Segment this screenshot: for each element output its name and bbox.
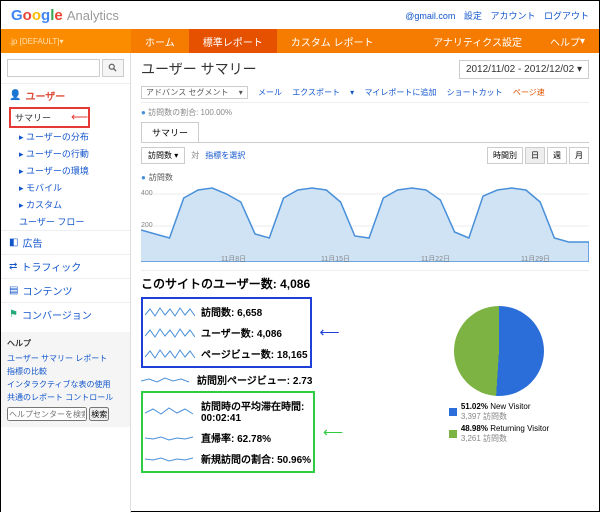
time-month[interactable]: 月 <box>569 147 589 164</box>
link-account[interactable]: アカウント <box>490 11 535 21</box>
page-title: ユーザー サマリー <box>141 59 257 79</box>
subnav-mobile[interactable]: ▸ モバイル <box>1 179 130 196</box>
tab-custom[interactable]: カスタム レポート <box>277 29 388 53</box>
site-summary: このサイトのユーザー数: 4,086 <box>141 270 589 296</box>
subnav-behavior[interactable]: ▸ ユーザーの行動 <box>1 145 130 162</box>
sparkline-icon <box>145 404 195 418</box>
subnav-userflow[interactable]: ユーザー フロー <box>1 213 130 230</box>
sparkline-icon <box>145 305 195 319</box>
header: Google Analytics @gmail.com 設定 アカウント ログア… <box>1 1 599 29</box>
traffic-icon: ⇄ <box>9 261 17 272</box>
chart-legend: 訪問数 <box>141 172 173 183</box>
metric-compare[interactable]: 指標を選択 <box>205 150 245 161</box>
tool-pagespeed[interactable]: ページ速 <box>513 88 545 97</box>
help-box: ヘルプ ユーザー サマリー レポート 指標の比較 インタラクティブな表の使用 共… <box>1 332 130 427</box>
time-hour[interactable]: 時間別 <box>487 147 523 164</box>
sparkline-icon <box>141 373 191 387</box>
help-search-input[interactable] <box>7 407 87 421</box>
tab-report[interactable]: 標準レポート <box>189 29 277 53</box>
nav-conversion[interactable]: ⚑コンバージョン <box>1 302 130 326</box>
nav-content[interactable]: ▤コンテンツ <box>1 278 130 302</box>
toolbar: アドバンス セグメント ▾ メール エクスポート ▾ マイレポートに追加 ショー… <box>141 83 589 103</box>
nav-users[interactable]: 👤ユーザー <box>1 83 130 107</box>
header-links: @gmail.com 設定 アカウント ログアウト <box>399 9 589 22</box>
nav-traffic[interactable]: ⇄トラフィック <box>1 254 130 278</box>
help-search-button[interactable]: 検索 <box>89 407 109 421</box>
help-link[interactable]: 共通のレポート コントロール <box>7 391 124 404</box>
tool-export[interactable]: エクスポート ▾ <box>292 88 354 97</box>
help-link[interactable]: インタラクティブな表の使用 <box>7 378 124 391</box>
account-selector[interactable]: .jp [DEFAULT] ▾ <box>1 29 131 53</box>
metric-select[interactable]: 訪問数 ▾ <box>141 147 185 164</box>
sidebar-search <box>7 59 124 77</box>
time-day[interactable]: 日 <box>525 147 545 164</box>
subnav-custom[interactable]: ▸ カスタム <box>1 196 130 213</box>
visit-ratio: ● 訪問数の割合: 100.00% <box>141 103 589 122</box>
metric-list: 訪問数: 6,658 ユーザー数: 4,086 ページビュー数: 18,165 … <box>141 296 409 474</box>
tab-home[interactable]: ホーム <box>131 29 189 53</box>
help-title: ヘルプ <box>7 338 124 349</box>
search-input[interactable] <box>7 59 100 77</box>
tab-admin[interactable]: アナリティクス設定 <box>419 29 536 53</box>
sparkline-icon <box>145 431 195 445</box>
content-icon: ▤ <box>9 285 18 296</box>
time-week[interactable]: 週 <box>547 147 567 164</box>
pie-chart <box>454 306 544 396</box>
nav-bar: .jp [DEFAULT] ▾ ホーム 標準レポート カスタム レポート アナリ… <box>1 29 599 53</box>
tab-summary[interactable]: サマリー <box>141 122 199 142</box>
user-icon: 👤 <box>9 90 21 101</box>
logo: Google Analytics <box>11 7 119 24</box>
help-link[interactable]: 指標の比較 <box>7 365 124 378</box>
sparkline-icon <box>145 452 195 466</box>
tool-myreport[interactable]: マイレポートに追加 <box>364 88 436 97</box>
content: ユーザー サマリー 2012/11/02 - 2012/12/02 ▾ アドバン… <box>131 53 599 513</box>
date-range-picker[interactable]: 2012/11/02 - 2012/12/02 ▾ <box>459 60 589 79</box>
search-button[interactable] <box>102 59 124 77</box>
email: @gmail.com <box>405 11 455 21</box>
subnav-environment[interactable]: ▸ ユーザーの環境 <box>1 162 130 179</box>
tab-help[interactable]: ヘルプ ▾ <box>536 29 599 53</box>
legend-swatch-icon <box>449 408 457 416</box>
link-logout[interactable]: ログアウト <box>544 11 589 21</box>
arrow-red-icon: ⟵ <box>71 110 88 124</box>
legend-swatch-icon <box>449 430 457 438</box>
sparkline-icon <box>145 347 195 361</box>
link-settings[interactable]: 設定 <box>464 11 482 21</box>
tool-shortcut[interactable]: ショートカット <box>447 88 503 97</box>
ads-icon: ◧ <box>9 237 18 248</box>
arrow-blue-icon: ⟵ <box>320 324 340 341</box>
vs-label: 対 <box>191 150 199 161</box>
sidebar: 👤ユーザー サマリー ⟵ ▸ ユーザーの分布 ▸ ユーザーの行動 ▸ ユーザーの… <box>1 53 131 513</box>
subnav-distribution[interactable]: ▸ ユーザーの分布 <box>1 128 130 145</box>
advanced-segment[interactable]: アドバンス セグメント ▾ <box>141 86 248 99</box>
visits-chart: 訪問数 400 200 11月8日 11月15日 11月22日 11月29日 <box>141 172 589 262</box>
visitor-pie: 51.02% New Visitor3,397 訪問数 48.98% Retur… <box>409 296 589 474</box>
tool-mail[interactable]: メール <box>258 88 282 97</box>
flag-icon: ⚑ <box>9 309 18 320</box>
nav-ads[interactable]: ◧広告 <box>1 230 130 254</box>
arrow-green-icon: ⟵ <box>323 424 343 441</box>
sparkline-icon <box>145 326 195 340</box>
help-link[interactable]: ユーザー サマリー レポート <box>7 352 124 365</box>
